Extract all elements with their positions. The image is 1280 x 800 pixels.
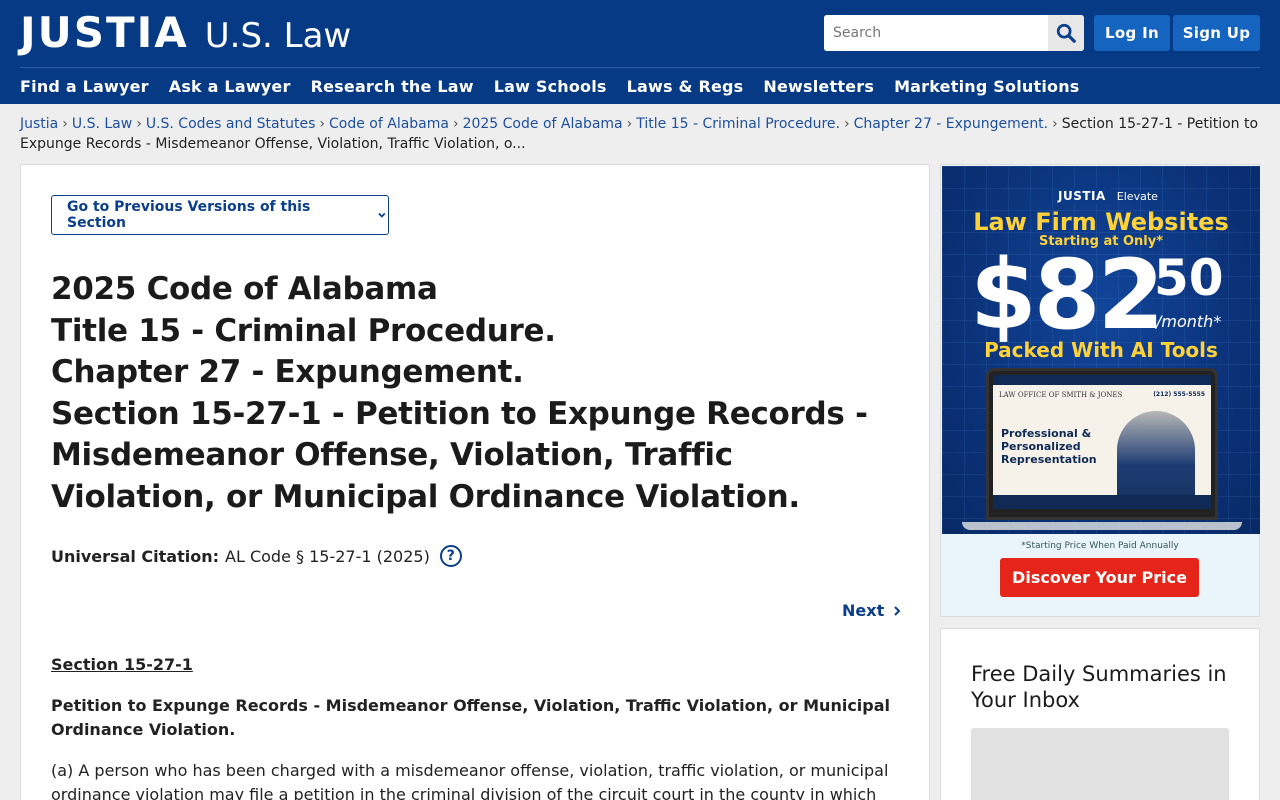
- breadcrumb-separator: ›: [844, 116, 850, 132]
- screen-topbar: [993, 375, 1211, 385]
- breadcrumb: Justia › U.S. Law › U.S. Codes and Statutes ›…: [20, 114, 1260, 154]
- section-title: Petition to Expunge Records - Misdemeano…: [51, 696, 891, 739]
- ad-brand-name: JUSTIA: [1053, 188, 1111, 204]
- breadcrumb-separator: ›: [1052, 116, 1058, 132]
- next-link[interactable]: Next: [842, 601, 902, 620]
- login-button[interactable]: Log In: [1094, 15, 1170, 51]
- logo-subtitle: U.S. Law: [204, 16, 352, 56]
- discover-price-button[interactable]: Discover Your Price: [1000, 558, 1199, 597]
- breadcrumb-link[interactable]: Chapter 27 - Expungement.: [854, 116, 1049, 132]
- chevron-right-icon: [894, 605, 901, 616]
- screen-firm-name: LAW OFFICE OF SMITH & JONES: [999, 391, 1123, 399]
- breadcrumb-separator: ›: [136, 116, 142, 132]
- sidebar-ad[interactable]: JUSTIA Elevate Law Firm Websites Startin…: [940, 164, 1260, 617]
- newsletter-title: Free Daily Summaries in Your Inbox: [971, 662, 1227, 712]
- ad-packed: Packed With AI Tools: [984, 338, 1218, 362]
- laptop-illustration: LAW OFFICE OF SMITH & JONES (212) 555-55…: [986, 368, 1218, 520]
- justia-logo[interactable]: JUSTIA U.S. Law: [20, 8, 352, 57]
- title-code: 2025 Code of Alabama: [51, 271, 438, 307]
- screen-tagline: Professional & Personalized Representati…: [1001, 427, 1097, 466]
- universal-citation: Universal Citation: AL Code § 15-27-1 (2…: [51, 545, 462, 567]
- nav-newsletters[interactable]: Newsletters: [763, 77, 874, 96]
- ad-per-month: /month*: [1156, 312, 1222, 331]
- search-icon: [1056, 23, 1076, 43]
- main-nav: Find a Lawyer Ask a Lawyer Research the …: [20, 68, 1100, 104]
- nav-find-lawyer[interactable]: Find a Lawyer: [20, 77, 149, 96]
- previous-versions-button[interactable]: Go to Previous Versions of this Section: [51, 195, 389, 235]
- title-title: Title 15 - Criminal Procedure.: [51, 312, 556, 349]
- section-paragraph: (a) A person who has been charged with a…: [51, 761, 889, 800]
- ad-price: $82: [970, 239, 1164, 351]
- next-label: Next: [842, 601, 885, 620]
- breadcrumb-separator: ›: [626, 116, 633, 132]
- ad-cents: 50: [1154, 249, 1224, 307]
- previous-versions-label: Go to Previous Versions of this Section: [67, 199, 311, 231]
- title-chapter: Chapter 27 - Expungement.: [51, 354, 524, 390]
- nav-laws-regs[interactable]: Laws & Regs: [627, 77, 744, 96]
- ad-brand-sub: Elevate: [1116, 189, 1158, 203]
- laptop-screen: LAW OFFICE OF SMITH & JONES (212) 555-55…: [993, 375, 1211, 509]
- citation-label: Universal Citation:: [51, 546, 219, 566]
- ad-brand: JUSTIA Elevate: [1053, 188, 1158, 204]
- site-header: JUSTIA U.S. Law Log In Sign Up Find a La…: [0, 0, 1280, 104]
- help-icon[interactable]: ?: [439, 545, 462, 567]
- citation-value: AL Code § 15-27-1 (2025): [225, 546, 430, 566]
- section-heading: Section 15-27-1: [51, 655, 193, 674]
- search-input[interactable]: [824, 15, 1048, 51]
- breadcrumb-separator: ›: [452, 116, 459, 132]
- laptop-base: [962, 522, 1242, 530]
- search-box: [824, 15, 1084, 51]
- breadcrumb-link[interactable]: U.S. Codes and Statutes: [146, 116, 316, 132]
- nav-research-law[interactable]: Research the Law: [311, 77, 474, 96]
- nav-marketing-solutions[interactable]: Marketing Solutions: [894, 77, 1079, 96]
- ad-headline: Law Firm Websites: [973, 208, 1229, 236]
- breadcrumb-separator: ›: [62, 116, 68, 132]
- ad-banner: JUSTIA Elevate Law Firm Websites Startin…: [942, 166, 1260, 534]
- logo-brand: JUSTIA: [20, 8, 189, 57]
- breadcrumb-link[interactable]: Code of Alabama: [329, 116, 449, 132]
- chevron-down-icon: [378, 212, 386, 218]
- breadcrumb-separator: ›: [319, 116, 325, 132]
- breadcrumb-link[interactable]: 2025 Code of Alabama: [463, 116, 623, 132]
- title-section: Section 15-27-1 - Petition to Expunge Re…: [51, 395, 868, 515]
- newsletter-box: Free Daily Summaries in Your Inbox: [940, 628, 1260, 800]
- page-title: 2025 Code of Alabama Title 15 - Criminal…: [51, 269, 901, 518]
- breadcrumb-link[interactable]: Justia: [20, 116, 58, 132]
- screen-footer: [993, 495, 1211, 509]
- screen-phone: (212) 555-5555: [1153, 391, 1205, 398]
- breadcrumb-link[interactable]: Title 15 - Criminal Procedure.: [636, 116, 840, 132]
- nav-law-schools[interactable]: Law Schools: [494, 77, 607, 96]
- breadcrumb-link[interactable]: U.S. Law: [72, 116, 132, 132]
- nav-ask-lawyer[interactable]: Ask a Lawyer: [169, 77, 291, 96]
- newsletter-placeholder: [971, 728, 1229, 800]
- signup-button[interactable]: Sign Up: [1173, 15, 1260, 51]
- search-button[interactable]: [1048, 15, 1084, 51]
- ad-footnote: *Starting Price When Paid Annually: [1021, 541, 1179, 551]
- main-content: Go to Previous Versions of this Section …: [20, 164, 930, 800]
